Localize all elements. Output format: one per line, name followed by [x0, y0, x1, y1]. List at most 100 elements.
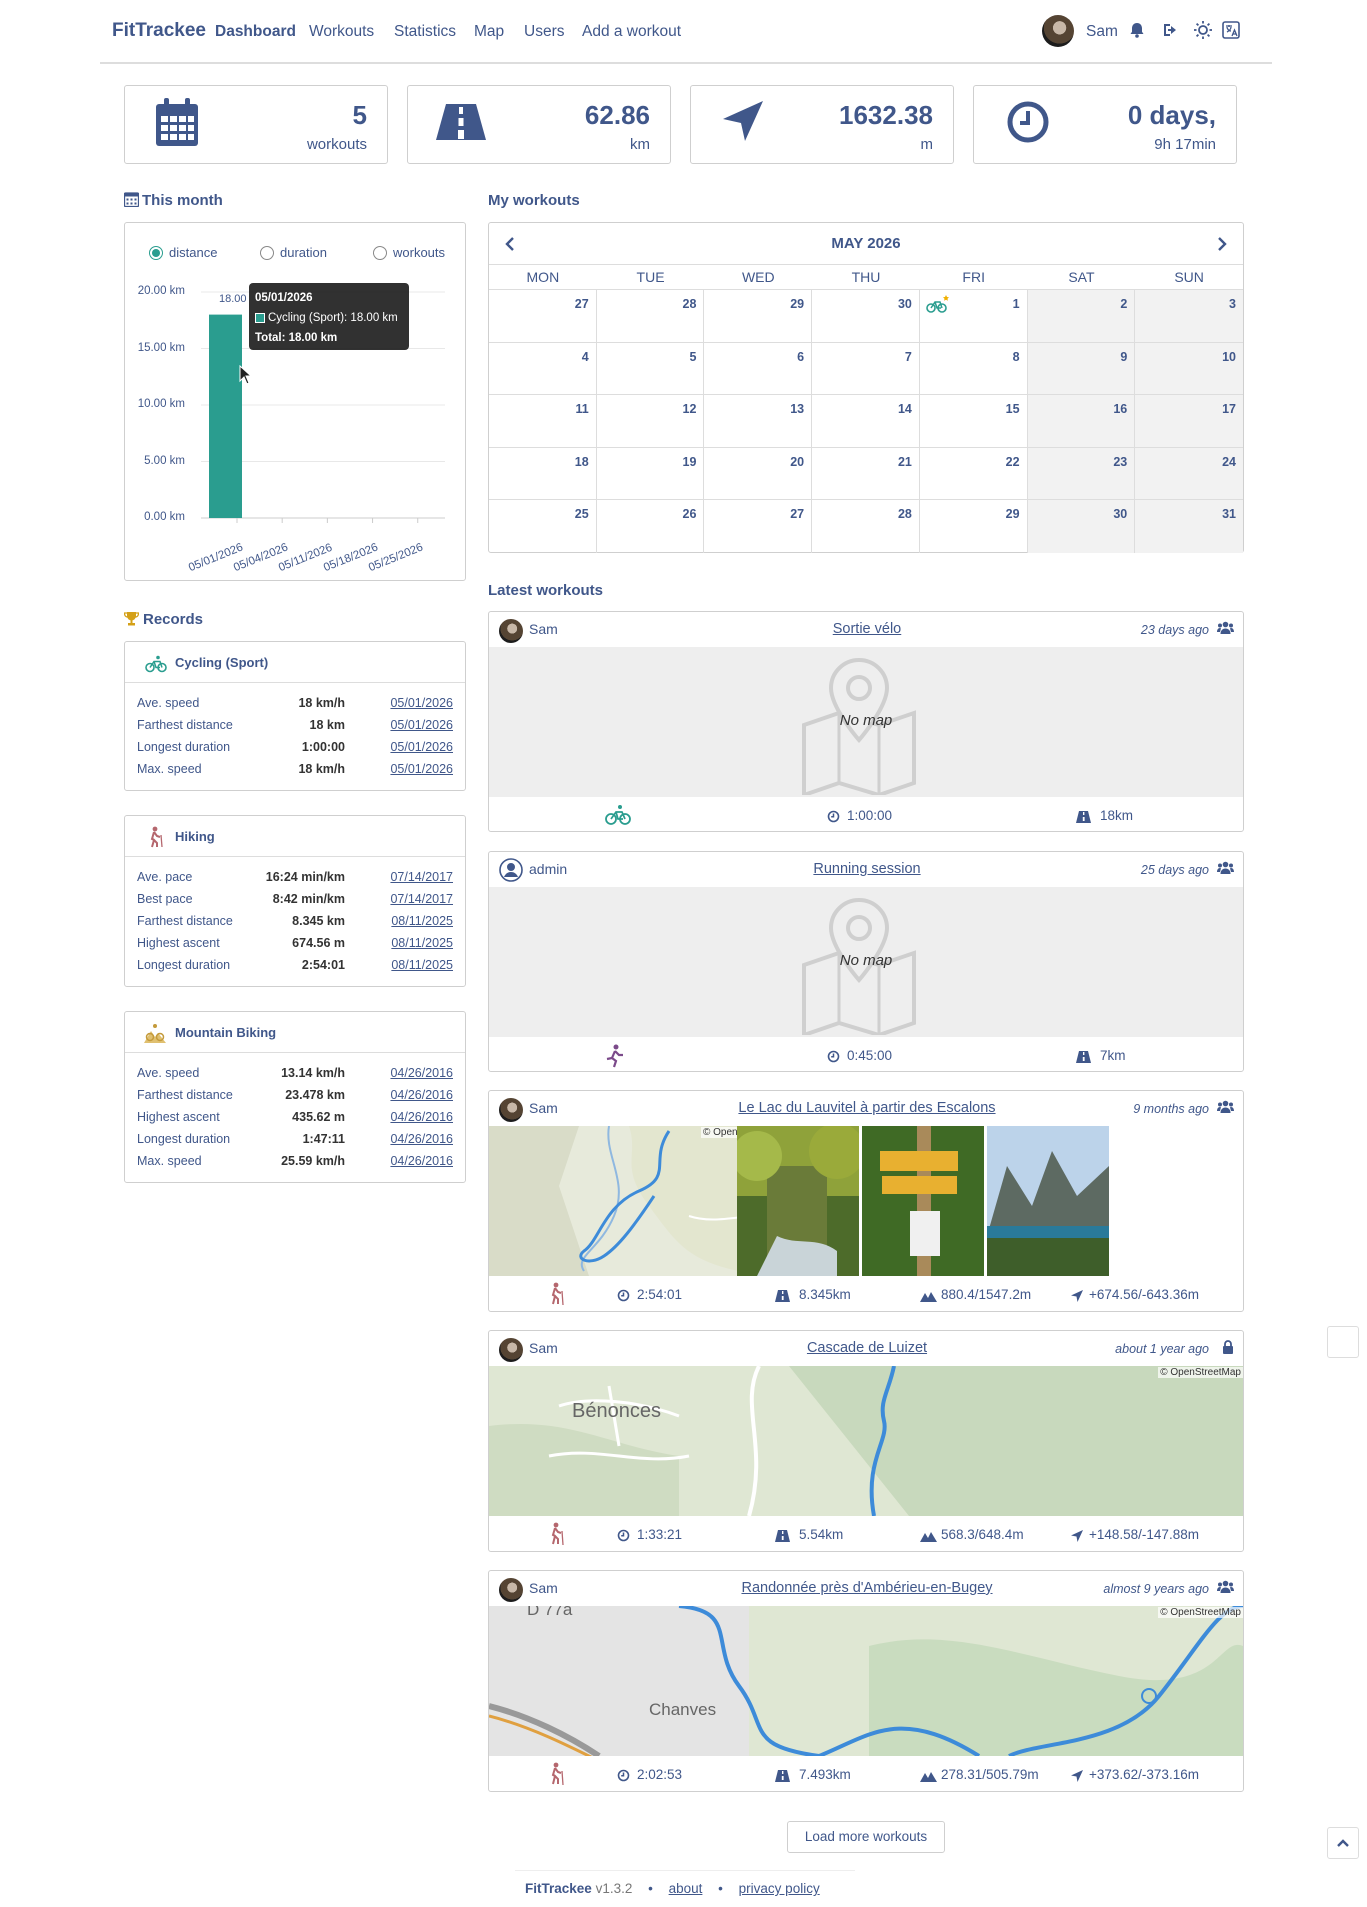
- record-value: 16:24 min/km: [265, 870, 345, 884]
- calendar-day-cell[interactable]: 11: [489, 395, 597, 448]
- calendar-day-cell[interactable]: 29: [920, 500, 1028, 553]
- footer-privacy-link[interactable]: privacy policy: [739, 1881, 820, 1896]
- brand-logo[interactable]: FitTrackee: [112, 20, 206, 42]
- calendar-day-cell[interactable]: 28: [812, 500, 920, 553]
- calendar-day-cell[interactable]: 7: [812, 342, 920, 396]
- record-date-link[interactable]: 05/01/2026: [390, 758, 453, 780]
- nav-workouts[interactable]: Workouts: [309, 23, 374, 41]
- scroll-top-button[interactable]: [1327, 1827, 1359, 1859]
- chevron-right-icon[interactable]: [1215, 236, 1229, 252]
- user-avatar-icon[interactable]: [499, 858, 523, 882]
- nav-dashboard[interactable]: Dashboard: [215, 23, 296, 41]
- workout-title-link[interactable]: Cascade de Luizet: [629, 1340, 1105, 1356]
- record-sport-name: Hiking: [175, 829, 215, 844]
- record-date-link[interactable]: 04/26/2016: [390, 1128, 453, 1150]
- workout-title-link[interactable]: Running session: [629, 861, 1105, 877]
- calendar-day-cell[interactable]: 27: [489, 290, 597, 343]
- record-date-link[interactable]: 07/14/2017: [390, 866, 453, 888]
- calendar-day-cell[interactable]: 22: [919, 447, 1028, 501]
- cycling-workout-icon[interactable]: [926, 294, 950, 314]
- map-attribution[interactable]: © OpenStreetMap: [1158, 1367, 1243, 1378]
- workout-user[interactable]: Sam: [529, 1100, 558, 1116]
- calendar-day-cell[interactable]: 28: [596, 290, 705, 343]
- calendar-day-cell[interactable]: 26: [597, 500, 705, 553]
- record-date-link[interactable]: 04/26/2016: [390, 1084, 453, 1106]
- workout-photo[interactable]: [737, 1126, 859, 1276]
- clock-icon: [827, 810, 840, 823]
- footer-separator: •: [718, 1881, 723, 1896]
- calendar-day-cell[interactable]: 27: [704, 500, 813, 553]
- calendar-day-cell[interactable]: 24: [1135, 447, 1243, 501]
- nav-map[interactable]: Map: [474, 23, 504, 41]
- calendar-day-cell[interactable]: 29: [704, 290, 813, 343]
- calendar-day-cell[interactable]: 31: [1135, 500, 1243, 553]
- calendar-day-cell[interactable]: 9: [1027, 342, 1136, 396]
- calendar-day-cell[interactable]: 30: [1027, 500, 1136, 553]
- record-date-link[interactable]: 05/01/2026: [390, 714, 453, 736]
- record-date-link[interactable]: 08/11/2025: [391, 910, 453, 932]
- workout-title-link[interactable]: Randonnée près d'Ambérieu-en-Bugey: [629, 1580, 1105, 1596]
- nav-add-workout[interactable]: Add a workout: [582, 23, 681, 41]
- workout-user[interactable]: Sam: [529, 1340, 558, 1356]
- calendar-day-cell[interactable]: 6: [704, 342, 813, 396]
- footer-about-link[interactable]: about: [669, 1881, 703, 1896]
- map-attribution[interactable]: © OpenStreetMap: [1158, 1607, 1243, 1618]
- record-date-link[interactable]: 04/26/2016: [390, 1062, 453, 1084]
- route-map[interactable]: Chanves D 77a © OpenStreetMap: [489, 1606, 1243, 1756]
- calendar-day-cell[interactable]: 30: [812, 290, 920, 343]
- calendar-day-cell[interactable]: 14: [812, 395, 920, 448]
- calendar-weekdays: MON TUE WED THU FRI SAT SUN: [489, 265, 1243, 289]
- workout-map-with-photos[interactable]: © OpenStreetMap: [489, 1126, 1243, 1276]
- workout-user[interactable]: admin: [529, 861, 567, 877]
- calendar-day-cell[interactable]: 13: [704, 395, 813, 448]
- user-avatar[interactable]: [499, 619, 523, 643]
- record-date-link[interactable]: 08/11/2025: [391, 954, 453, 976]
- calendar-day-cell[interactable]: 10: [1135, 342, 1243, 396]
- calendar-day-cell[interactable]: 4: [489, 342, 597, 396]
- user-avatar[interactable]: [499, 1098, 523, 1122]
- route-map[interactable]: Bénonces © OpenStreetMap: [489, 1366, 1243, 1516]
- calendar-day-cell[interactable]: 12: [596, 395, 705, 448]
- record-date-link[interactable]: 05/01/2026: [390, 692, 453, 714]
- record-date-link[interactable]: 07/14/2017: [390, 888, 453, 910]
- user-avatar[interactable]: [499, 1338, 523, 1362]
- calendar-day-cell[interactable]: 18: [489, 447, 597, 501]
- nav-statistics[interactable]: Statistics: [394, 23, 456, 41]
- load-more-button[interactable]: Load more workouts: [787, 1821, 945, 1853]
- calendar-day-cell[interactable]: 23: [1027, 447, 1136, 501]
- calendar-day-cell[interactable]: 5: [596, 342, 705, 396]
- record-date-link[interactable]: 05/01/2026: [390, 736, 453, 758]
- calendar-day-cell[interactable]: 1: [919, 290, 1028, 343]
- workout-title-link[interactable]: Le Lac du Lauvitel à partir des Escalons: [629, 1100, 1105, 1116]
- record-date-link[interactable]: 04/26/2016: [390, 1106, 453, 1128]
- record-date-link[interactable]: 04/26/2016: [390, 1150, 453, 1172]
- calendar-day-number: 21: [897, 454, 912, 469]
- notifications-bell-icon[interactable]: [1128, 21, 1146, 39]
- calendar-day-cell[interactable]: 8: [919, 342, 1028, 396]
- calendar-day-number: 16: [1113, 402, 1128, 417]
- theme-sun-icon[interactable]: [1193, 20, 1213, 40]
- nav-users[interactable]: Users: [524, 23, 564, 41]
- workout-altitude: 568.3/648.4m: [941, 1527, 1024, 1542]
- calendar-day-cell[interactable]: 25: [489, 500, 597, 553]
- calendar-day-cell[interactable]: 15: [919, 395, 1028, 448]
- user-avatar[interactable]: [499, 1578, 523, 1602]
- calendar-day-cell[interactable]: 3: [1135, 290, 1243, 343]
- calendar-day-cell[interactable]: 16: [1027, 395, 1136, 448]
- calendar-day-number: 12: [682, 402, 697, 417]
- workout-user[interactable]: Sam: [529, 1580, 558, 1596]
- record-date-link[interactable]: 08/11/2025: [391, 932, 453, 954]
- nav-username[interactable]: Sam: [1086, 23, 1118, 41]
- workout-user[interactable]: Sam: [529, 621, 558, 637]
- calendar-day-cell[interactable]: 21: [812, 447, 920, 501]
- calendar-day-cell[interactable]: 2: [1027, 290, 1136, 343]
- workout-title-link[interactable]: Sortie vélo: [629, 621, 1105, 637]
- workout-photo[interactable]: [987, 1126, 1109, 1276]
- workout-photo[interactable]: [862, 1126, 984, 1276]
- logout-icon[interactable]: [1162, 21, 1180, 39]
- language-icon[interactable]: [1222, 21, 1240, 39]
- calendar-day-cell[interactable]: 17: [1135, 395, 1243, 448]
- calendar-day-cell[interactable]: 20: [704, 447, 813, 501]
- calendar-day-cell[interactable]: 19: [596, 447, 705, 501]
- user-avatar[interactable]: [1042, 15, 1074, 47]
